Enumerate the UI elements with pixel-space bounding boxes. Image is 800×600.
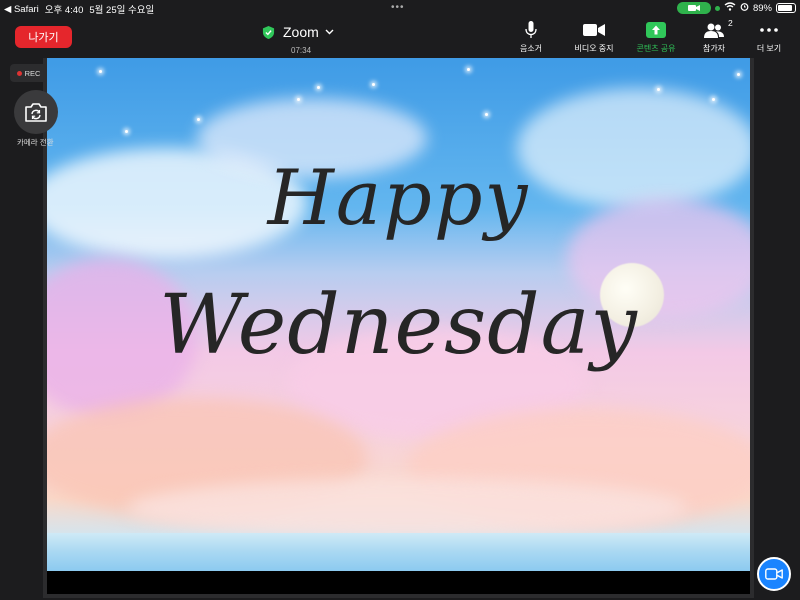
more-button[interactable]: 더 보기 [739,21,799,54]
leave-button[interactable]: 나가기 [15,26,72,48]
camera-in-use-icon [676,2,711,14]
star-sparkle [657,88,660,91]
share-content-label: 콘텐츠 공유 [636,44,676,53]
record-dot-icon [16,70,22,76]
wifi-icon [724,2,736,14]
alarm-icon [740,2,749,14]
star-sparkle [317,86,320,89]
greeting-line-1: Happy [267,153,530,242]
greeting-line-2: Wednesday [159,278,638,373]
self-video-button[interactable] [757,557,791,591]
encryption-shield-icon [262,25,275,39]
star-sparkle [467,68,470,71]
star-sparkle [737,73,740,76]
stop-video-label: 비디오 중지 [574,44,614,53]
meeting-timer: 07:34 [291,46,312,55]
status-bar: ◀ Safari 오후 4:40 5월 25일 수요일 ••• 89% [0,0,800,16]
stop-video-button[interactable]: 비디오 중지 [564,21,624,54]
participants-label: 참가자 [702,44,726,53]
back-to-safari-link[interactable]: ◀ Safari [4,4,39,15]
switch-camera-label: 카메라 전환 [17,138,54,147]
video-camera-icon [583,24,605,36]
participants-button[interactable]: 2 참가자 [684,18,744,54]
status-time: 오후 4:40 [44,5,84,16]
star-sparkle [372,83,375,86]
sea-horizon [47,533,750,571]
shared-screen: Happy Wednesday [47,58,750,594]
star-sparkle [485,113,488,116]
recording-indicator[interactable]: REC [10,64,47,82]
star-sparkle [712,98,715,101]
share-screen-icon [646,22,666,38]
share-content-button[interactable]: 콘텐츠 공유 [626,21,686,54]
chevron-down-icon [325,29,334,35]
multitasking-dots[interactable]: ••• [391,2,405,13]
mute-button[interactable]: 음소거 [501,21,561,54]
battery-icon [776,3,796,13]
microphone-icon [525,21,537,38]
status-date: 5월 25일 수요일 [89,5,155,16]
more-icon [760,28,778,32]
mute-label: 음소거 [519,44,543,53]
cloud-shape [127,478,687,538]
battery-percent: 89% [752,2,772,14]
switch-camera-button[interactable] [14,90,58,134]
privacy-dot-icon [714,5,720,11]
more-label: 더 보기 [756,44,782,53]
rec-label: REC [24,68,41,78]
star-sparkle [197,118,200,121]
meeting-toolbar: 나가기 Zoom 07:34 음소거 비디오 중지 콘텐츠 공유 2 참가자 더… [0,16,800,58]
participants-icon [704,23,724,38]
star-sparkle [125,130,128,133]
camera-switch-icon [25,102,47,122]
meeting-title: Zoom [283,24,319,40]
meeting-title-dropdown[interactable]: Zoom [262,24,334,40]
star-sparkle [297,98,300,101]
participants-count-badge: 2 [728,18,733,28]
star-sparkle [99,70,102,73]
letterbox-bar [47,571,750,594]
video-camera-icon [765,568,783,580]
